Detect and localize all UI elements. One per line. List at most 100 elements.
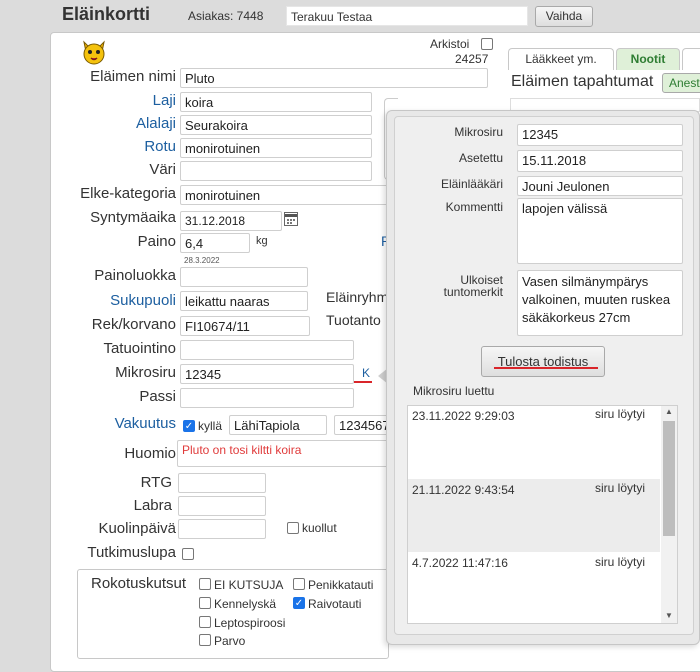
- popup-vet-label: Eläinlääkäri: [440, 177, 503, 191]
- insurance-label[interactable]: Vakuutus: [6, 415, 176, 432]
- death-field[interactable]: [178, 519, 266, 539]
- weight-class-field[interactable]: [180, 267, 308, 287]
- dead-checkbox[interactable]: [287, 522, 299, 534]
- tab-medicines[interactable]: Lääkkeet ym.: [508, 48, 614, 70]
- tattoo-label: Tatuointino: [103, 340, 176, 357]
- color-field[interactable]: [180, 161, 372, 181]
- subspecies-field[interactable]: Seurakoira: [180, 115, 372, 135]
- production-label: Tuotanto: [326, 312, 381, 328]
- print-button-underline: [494, 367, 598, 369]
- vaccine-parvo-checkbox[interactable]: [199, 634, 211, 646]
- chip-read-status: siru löytyi: [595, 481, 646, 495]
- tab-extra[interactable]: [682, 48, 700, 70]
- passport-label: Passi: [139, 388, 176, 405]
- popup-chip-label: Mikrosiru: [454, 125, 503, 139]
- birth-label: Syntymäaika: [90, 209, 176, 226]
- page-title: Eläinkortti: [62, 4, 151, 24]
- archive-checkbox[interactable]: [481, 38, 493, 50]
- chip-read-time: 4.7.2022 11:47:16: [412, 556, 508, 570]
- insurance-yes-label: kyllä: [198, 419, 223, 433]
- elke-field[interactable]: monirotuinen: [180, 185, 392, 205]
- vaccine-lepto-label: Leptospiroosi: [214, 616, 286, 630]
- sex-label[interactable]: Sukupuoli: [6, 292, 176, 309]
- research-label: Tutkimuslupa: [87, 544, 176, 561]
- subspecies-label[interactable]: Alalaji: [6, 115, 176, 132]
- birth-field[interactable]: 31.12.2018: [180, 211, 282, 231]
- popup-external-field[interactable]: Vasen silmänympärys valkoinen, muuten ru…: [517, 270, 683, 336]
- animal-group-label: Eläinryhm: [326, 289, 389, 305]
- calendar-icon[interactable]: [284, 212, 298, 226]
- vaccine-distemper-checkbox[interactable]: [293, 578, 305, 590]
- reg-field[interactable]: FI10674/11: [180, 316, 310, 336]
- research-checkbox[interactable]: [182, 548, 194, 560]
- weight-unit: kg: [256, 235, 268, 247]
- vaccine-kennel-checkbox[interactable]: [199, 597, 211, 609]
- note-field[interactable]: Pluto on tosi kiltti koira: [177, 440, 389, 467]
- vaccine-none-label: EI KUTSUJA: [214, 578, 284, 592]
- weight-field[interactable]: 6,4: [180, 233, 250, 253]
- weight-class-label: Painoluokka: [94, 267, 176, 284]
- chip-link[interactable]: K: [362, 366, 370, 380]
- species-field[interactable]: koira: [180, 92, 372, 112]
- popup-vet-field[interactable]: Jouni Jeulonen: [517, 176, 683, 196]
- name-field[interactable]: Pluto: [180, 68, 488, 88]
- weight-label: Paino: [137, 233, 176, 250]
- vaccine-title: Rokotuskutsut: [91, 575, 187, 592]
- dead-label: kuollut: [302, 521, 337, 535]
- insurance-number-field[interactable]: 1234567: [334, 415, 390, 435]
- scroll-down-icon[interactable]: ▼: [665, 611, 673, 620]
- chip-read-time: 23.11.2022 9:29:03: [412, 409, 515, 423]
- name-label: Eläimen nimi: [90, 68, 176, 85]
- chip-read-title: Mikrosiru luettu: [413, 384, 495, 398]
- vaccine-parvo-label: Parvo: [214, 634, 246, 648]
- note-label: Huomio: [124, 445, 176, 462]
- archive-number: 24257: [455, 52, 489, 66]
- popup-comment-field[interactable]: lapojen välissä: [517, 198, 683, 264]
- tab-notes[interactable]: Nootit: [616, 48, 680, 70]
- sex-field[interactable]: leikattu naaras: [180, 291, 308, 311]
- print-certificate-button[interactable]: Tulosta todistus: [481, 346, 605, 377]
- tattoo-field[interactable]: [180, 340, 354, 360]
- weight-date: 28.3.2022: [184, 256, 220, 265]
- vaccine-distemper-label: Penikkatauti: [308, 578, 374, 592]
- rtg-label: RTG: [140, 474, 172, 491]
- vaccine-lepto-checkbox[interactable]: [199, 616, 211, 628]
- chip-read-scroll-thumb[interactable]: [663, 421, 675, 536]
- elke-label: Elke-kategoria: [80, 185, 176, 202]
- species-label[interactable]: Laji: [6, 92, 176, 109]
- change-customer-button[interactable]: Vaihda: [535, 6, 593, 27]
- anesthesia-button[interactable]: Anest: [662, 73, 700, 93]
- customer-name-field[interactable]: Terakuu Testaa: [286, 6, 528, 26]
- customer-label: Asiakas: 7448: [188, 9, 264, 23]
- lab-field[interactable]: [178, 496, 266, 516]
- chip-field[interactable]: 12345: [180, 364, 354, 384]
- vaccine-rabies-checkbox[interactable]: [293, 597, 305, 609]
- popup-chip-field[interactable]: 12345: [517, 124, 683, 146]
- chip-link-underline: [354, 381, 372, 383]
- chip-read-time: 21.11.2022 9:43:54: [412, 483, 515, 497]
- popup-comment-label: Kommentti: [445, 200, 503, 214]
- vaccine-rabies-label: Raivotauti: [308, 597, 362, 611]
- insurance-checkbox[interactable]: [183, 420, 195, 432]
- popup-set-label: Asetettu: [458, 151, 503, 165]
- vaccine-none-checkbox[interactable]: [199, 578, 211, 590]
- color-label: Väri: [149, 161, 176, 178]
- chip-read-status: siru löytyi: [595, 555, 646, 569]
- passport-field[interactable]: [180, 388, 354, 408]
- popup-external-label-2: tuntomerkit: [443, 285, 503, 299]
- chip-label: Mikrosiru: [115, 364, 176, 381]
- cat-icon: [80, 38, 108, 66]
- death-label: Kuolinpäivä: [98, 520, 176, 537]
- archive-label: Arkistoi: [430, 37, 470, 51]
- scroll-up-icon[interactable]: ▲: [665, 407, 673, 416]
- rtg-field[interactable]: [178, 473, 266, 493]
- chip-read-status: siru löytyi: [595, 407, 646, 421]
- events-title: Eläimen tapahtumat: [511, 73, 654, 90]
- breed-label[interactable]: Rotu: [6, 138, 176, 155]
- reg-label: Rek/korvano: [91, 316, 176, 333]
- vaccine-kennel-label: Kennelyskä: [214, 597, 277, 611]
- insurance-company-field[interactable]: LähiTapiola: [229, 415, 327, 435]
- lab-label: Labra: [133, 497, 172, 514]
- popup-set-field[interactable]: 15.11.2018: [517, 150, 683, 172]
- breed-field[interactable]: monirotuinen: [180, 138, 372, 158]
